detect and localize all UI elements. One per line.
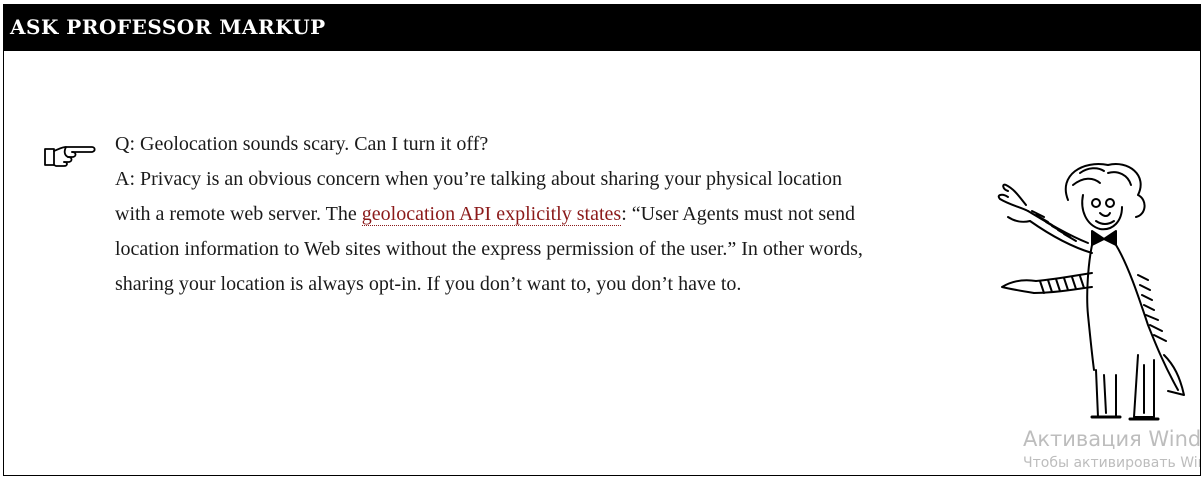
answer-text: A: Privacy is an obvious concern when yo…	[115, 162, 875, 302]
watermark-line1: Активация Windows	[1023, 427, 1201, 451]
geolocation-api-link[interactable]: geolocation API explicitly states	[361, 203, 622, 226]
watermark-line2: Чтобы активировать Windows	[1023, 455, 1200, 471]
aside-title: ASK PROFESSOR MARKUP	[10, 15, 326, 39]
question-text: Q: Geolocation sounds scary. Can I turn …	[115, 133, 489, 155]
windows-activation-watermark: Активация Windows Чтобы активировать Win…	[1023, 425, 1201, 473]
aside-box: ASK PROFESSOR MARKUP Q: Geolocation soun…	[3, 4, 1201, 476]
question-answer-block: Q: Geolocation sounds scary. Can I turn …	[115, 127, 875, 302]
pointing-hand-icon	[44, 146, 96, 167]
aside-header: ASK PROFESSOR MARKUP	[4, 5, 1200, 51]
professor-markup-illustration	[997, 163, 1185, 421]
